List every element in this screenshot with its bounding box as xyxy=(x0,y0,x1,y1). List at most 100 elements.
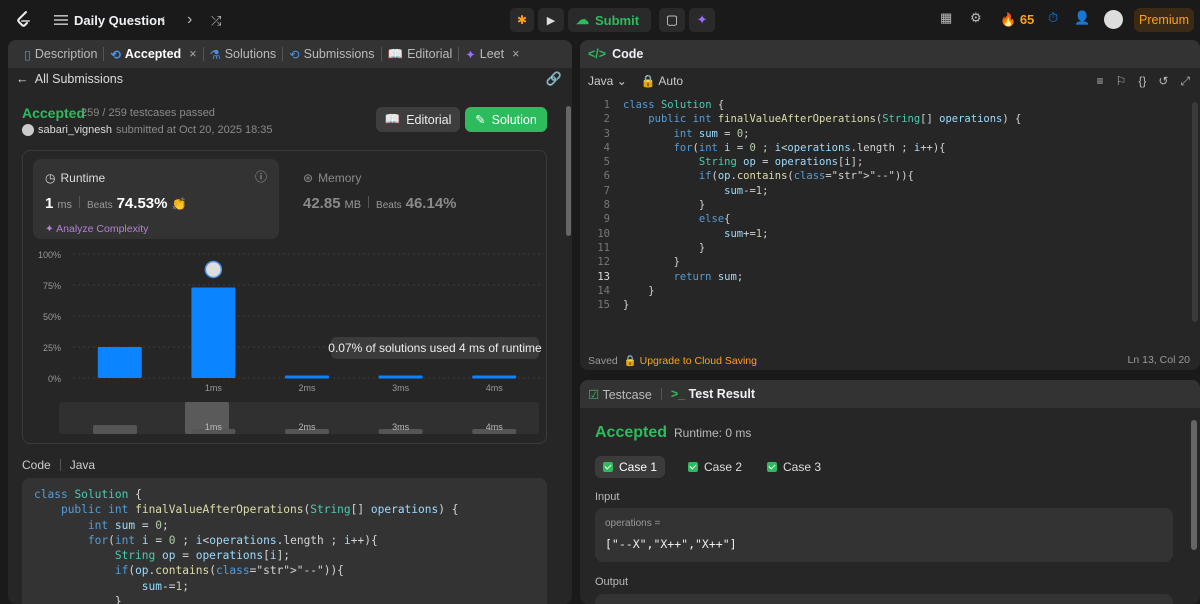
result-runtime: Runtime: 0 ms xyxy=(674,426,752,440)
flask-icon: ⚗ xyxy=(209,47,221,62)
output-label: Output xyxy=(595,576,629,588)
tab-solutions[interactable]: ⚗ Solutions xyxy=(204,47,283,62)
clap-icon: 👏 xyxy=(171,197,187,211)
share-link-icon[interactable]: 🔗 xyxy=(546,71,562,87)
submission-status: Accepted xyxy=(22,105,86,121)
left-scrollbar[interactable] xyxy=(566,106,571,236)
checkbox-icon: ☑ xyxy=(588,387,600,402)
x-tick-label: 4ms xyxy=(486,383,504,393)
case-3-tab[interactable]: Case 3 xyxy=(759,456,829,478)
memory-label: Memory xyxy=(318,171,362,185)
analyze-label: Analyze Complexity xyxy=(56,223,149,235)
problem-list-title[interactable]: Daily Question xyxy=(74,13,165,28)
tab-test-result[interactable]: >_ Test Result xyxy=(671,387,755,401)
sparkle-icon: ✦ xyxy=(45,223,54,235)
runtime-bar[interactable] xyxy=(191,287,236,378)
close-icon[interactable]: × xyxy=(512,47,519,61)
tab-editorial[interactable]: 📖 Editorial xyxy=(382,47,459,62)
lock-icon: 🔒 xyxy=(623,355,637,367)
submit-button[interactable]: ☁ Submit xyxy=(568,8,652,32)
code-editor[interactable]: 1 2 3 4 5 6 7 8 9 10 11 12 13 14 15 class Solution { p… xyxy=(580,98,1200,338)
memory-unit: MB xyxy=(344,199,362,211)
runtime-value: 1 xyxy=(45,195,54,212)
bookmark-icon[interactable]: ⚐ xyxy=(1116,74,1127,89)
check-icon xyxy=(688,462,698,472)
editor-code[interactable]: class Solution { public int finalValueAf… xyxy=(623,98,1021,312)
back-to-submissions[interactable]: ← All Submissions xyxy=(16,72,123,86)
editor-header: </> Code xyxy=(580,40,1200,68)
line-number: 6 xyxy=(603,170,610,183)
case-2-tab[interactable]: Case 2 xyxy=(680,456,750,478)
chart-tooltip: 0.07% of solutions used 4 ms of runtime xyxy=(328,337,542,359)
code-line: for(int i = 0 ; i<operations.length ; i+… xyxy=(673,141,946,154)
line-number: 8 xyxy=(603,199,610,212)
runtime-bar[interactable] xyxy=(378,375,423,379)
case-label: Case 1 xyxy=(619,460,658,474)
minimap-label: 4ms xyxy=(486,422,504,432)
auto-mode[interactable]: 🔒 Auto xyxy=(641,74,683,88)
streak-counter[interactable]: 🔥 65 xyxy=(1000,12,1034,28)
layout-icon[interactable]: ▦ xyxy=(940,10,952,26)
username[interactable]: sabari_vignesh xyxy=(38,124,112,136)
memory-card[interactable]: ⊛ Memory 42.85 MB Beats 46.14% xyxy=(291,159,491,239)
timer-icon[interactable]: ⏱ xyxy=(1048,10,1058,26)
runtime-bar[interactable] xyxy=(285,375,329,379)
prev-problem-icon[interactable]: ‹ xyxy=(160,11,165,29)
left-tab-bar: ▯ Description ⟲ Accepted × ⚗ Solutions ⟲ Subm… xyxy=(8,40,572,68)
ai-button[interactable]: ✦ xyxy=(689,8,716,32)
description-icon: ▯ xyxy=(24,47,31,62)
tab-description[interactable]: ▯ Description xyxy=(18,47,103,62)
close-icon[interactable]: × xyxy=(189,47,196,61)
line-number: 3 xyxy=(603,127,610,140)
submitted-code[interactable]: class Solution { public int finalValueAf… xyxy=(22,478,547,604)
braces-icon[interactable]: {} xyxy=(1138,74,1146,89)
debug-button[interactable]: ✱ xyxy=(510,8,534,32)
editorial-button[interactable]: 📖 Editorial xyxy=(376,107,460,132)
editor-scrollbar[interactable] xyxy=(1192,102,1198,322)
tab-testcase[interactable]: ☑ Testcase xyxy=(588,387,652,402)
reset-icon[interactable]: ↺ xyxy=(1158,74,1168,89)
result-scrollbar[interactable] xyxy=(1191,420,1197,550)
runtime-bar[interactable] xyxy=(97,347,142,378)
line-numbers: 1 2 3 4 5 6 7 8 9 10 11 12 13 14 15 xyxy=(580,98,610,312)
chevron-down-icon: ⌄ xyxy=(616,74,627,88)
fullscreen-icon[interactable]: ⤢ xyxy=(1180,74,1190,89)
code-line: } xyxy=(623,299,630,312)
format-icon[interactable]: ≡ xyxy=(1097,74,1104,89)
mode-label: Auto xyxy=(658,74,684,88)
post-solution-button[interactable]: ✎ Solution xyxy=(465,107,547,132)
notes-button[interactable]: ▢ xyxy=(659,8,686,32)
premium-button[interactable]: Premium xyxy=(1134,8,1194,32)
clock-icon: ◷ xyxy=(45,171,56,185)
analyze-complexity-link[interactable]: ✦ Analyze Complexity xyxy=(45,223,148,235)
code-line: int sum = 0; xyxy=(673,127,750,140)
user-avatar[interactable] xyxy=(1104,10,1123,29)
next-problem-icon[interactable]: › xyxy=(187,11,192,29)
code-line: } xyxy=(34,595,122,604)
add-friend-icon[interactable]: 👤 xyxy=(1074,10,1090,26)
note-icon: ▢ xyxy=(665,12,679,27)
runtime-bar[interactable] xyxy=(472,375,517,379)
play-icon: ▶ xyxy=(546,14,556,27)
test-result-label: Test Result xyxy=(688,387,756,401)
tab-accepted[interactable]: ⟲ Accepted × xyxy=(104,47,202,62)
language-select[interactable]: Java ⌄ xyxy=(588,74,627,88)
language-label: Java xyxy=(588,74,614,88)
settings-gear-icon[interactable]: ⚙ xyxy=(970,10,982,26)
submit-label: Submit xyxy=(595,12,640,28)
x-tick-label: 2ms xyxy=(298,383,316,393)
tab-leet[interactable]: ✦ Leet × xyxy=(459,47,525,62)
edit-icon: ✎ xyxy=(475,113,486,127)
problem-list-icon[interactable] xyxy=(54,13,68,27)
tab-submissions[interactable]: ⟲ Submissions xyxy=(283,47,380,62)
leetcode-logo-icon[interactable] xyxy=(14,10,34,30)
run-button[interactable]: ▶ xyxy=(538,8,564,32)
shuffle-icon[interactable]: ⤮ xyxy=(211,13,221,29)
info-icon[interactable]: ⓘ xyxy=(255,168,267,185)
y-tick-label: 50% xyxy=(43,312,61,322)
upgrade-cloud-link[interactable]: 🔒 Upgrade to Cloud Saving xyxy=(624,355,757,367)
solution-label: Solution xyxy=(491,112,537,127)
case-1-tab[interactable]: Case 1 xyxy=(595,456,666,478)
runtime-card[interactable]: ◷ Runtime ⓘ 1 ms Beats 74.53% 👏 ✦ Analyze… xyxy=(33,159,279,239)
line-number: 7 xyxy=(603,184,610,197)
